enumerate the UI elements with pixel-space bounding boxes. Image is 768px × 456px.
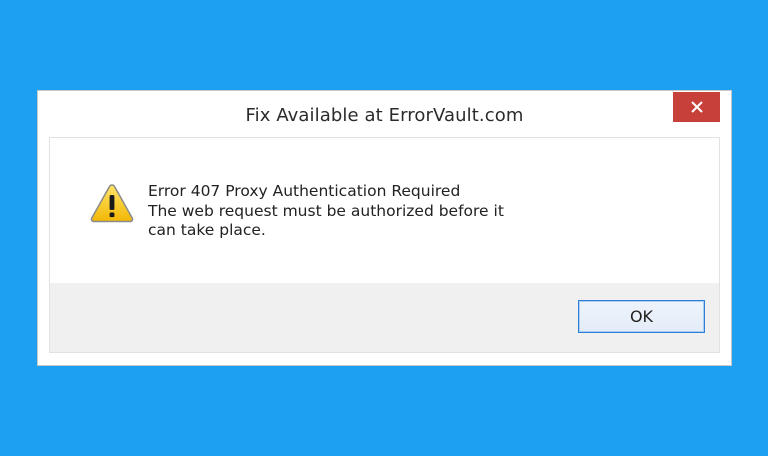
close-icon <box>690 101 703 113</box>
error-dialog: Fix Available at ErrorVault.com Error 40… <box>37 90 732 366</box>
error-message: Error 407 Proxy Authentication Required … <box>148 182 504 241</box>
message-area: Error 407 Proxy Authentication Required … <box>50 138 719 283</box>
dialog-title: Fix Available at ErrorVault.com <box>245 105 524 126</box>
ok-button[interactable]: OK <box>578 300 705 333</box>
message-line-1: Error 407 Proxy Authentication Required <box>148 182 461 200</box>
message-line-2: The web request must be authorized befor… <box>148 201 504 220</box>
dialog-body: Error 407 Proxy Authentication Required … <box>49 137 720 353</box>
message-line-3: can take place. <box>148 221 266 239</box>
close-button[interactable] <box>673 92 720 122</box>
warning-triangle-icon <box>90 184 134 223</box>
title-bar[interactable]: Fix Available at ErrorVault.com <box>38 91 731 137</box>
button-bar: OK <box>50 283 719 352</box>
